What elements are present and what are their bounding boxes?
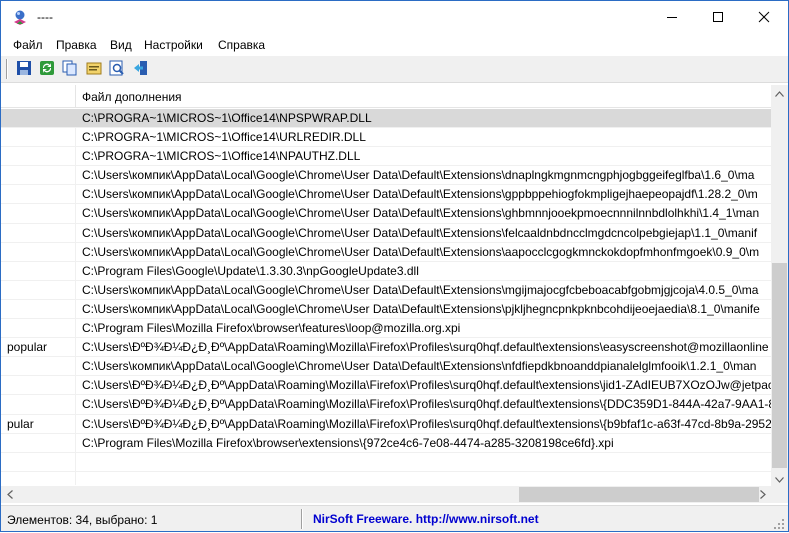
maximize-button[interactable] [695, 1, 741, 33]
menu-file[interactable]: Файл [13, 38, 43, 52]
menu-view[interactable]: Вид [110, 38, 132, 52]
scroll-right-icon[interactable] [754, 486, 771, 503]
menu-bar: Файл Правка Вид Настройки Справка [1, 34, 788, 56]
find-icon [109, 60, 125, 79]
app-logo-icon [11, 9, 29, 27]
toolbar [1, 56, 788, 83]
row-file-cell: C:\PROGRA~1\MICROS~1\Office14\URLREDIR.D… [82, 130, 366, 145]
row-file-cell: C:\Users\компик\AppData\Local\Google\Chr… [82, 187, 758, 202]
table-row[interactable]: C:\Users\компик\AppData\Local\Google\Chr… [1, 204, 771, 224]
table-row[interactable] [1, 453, 771, 472]
horizontal-scrollbar[interactable] [1, 486, 771, 503]
row-name-text: popular [7, 340, 48, 355]
table-row[interactable]: C:\Program Files\Mozilla Firefox\browser… [1, 319, 771, 339]
table-row[interactable]: C:\PROGRA~1\MICROS~1\Office14\URLREDIR.D… [1, 128, 771, 148]
table-row[interactable]: C:\Users\компик\AppData\Local\Google\Chr… [1, 185, 771, 205]
vertical-scrollbar[interactable] [771, 85, 788, 488]
exit-button[interactable] [131, 59, 151, 79]
row-file-cell: C:\Program Files\Google\Update\1.3.30.3\… [82, 263, 419, 278]
row-file-cell: C:\Users\компик\AppData\Local\Google\Chr… [82, 359, 757, 374]
table-row[interactable]: popular C:\Users\ÐºÐ¾Ð¼Ð¿Ð¸Ðº\AppData\Roa… [1, 338, 771, 358]
table-row[interactable]: C:\Program Files\Google\Update\1.3.30.3\… [1, 262, 771, 281]
table-row[interactable] [1, 472, 771, 485]
table-row[interactable]: C:\Users\ÐºÐ¾Ð¼Ð¿Ð¸Ðº\AppData\Roaming\Mo… [1, 376, 771, 396]
nirsoft-link[interactable]: NirSoft Freeware. http://www.nirsoft.net [313, 512, 539, 526]
window-title: ---- [37, 10, 53, 24]
row-file-cell: C:\Program Files\Mozilla Firefox\browser… [82, 435, 614, 450]
status-count: Элементов: 34, выбрано: 1 [7, 513, 158, 527]
list-header: Файл дополнения [1, 85, 771, 108]
row-file-cell: C:\Users\компик\AppData\Local\Google\Chr… [82, 225, 758, 240]
resize-grip-icon[interactable] [773, 518, 785, 530]
table-row[interactable]: C:\PROGRA~1\MICROS~1\Office14\NPSPWRAP.D… [1, 109, 771, 129]
properties-icon [86, 60, 102, 79]
table-row[interactable]: C:\Users\ÐºÐ¾Ð¼Ð¿Ð¸Ðº\AppData\Roaming\Mo… [1, 395, 771, 415]
exit-icon [133, 60, 149, 79]
row-file-cell: C:\Users\ÐºÐ¾Ð¼Ð¿Ð¸Ðº\AppData\Roaming\Mo… [82, 340, 769, 355]
copy-icon [62, 60, 78, 79]
table-row[interactable]: C:\Users\компик\AppData\Local\Google\Chr… [1, 300, 771, 320]
table-row[interactable]: C:\Users\компик\AppData\Local\Google\Chr… [1, 166, 771, 186]
minimize-button[interactable] [649, 1, 695, 33]
status-bar: Элементов: 34, выбрано: 1 NirSoft Freewa… [1, 505, 788, 531]
row-file-cell: C:\Users\компик\AppData\Local\Google\Chr… [82, 301, 760, 316]
menu-help[interactable]: Справка [218, 38, 265, 52]
row-name-cell: popular [7, 340, 75, 354]
row-name-cell: pular [7, 417, 75, 431]
table-row[interactable]: pular C:\Users\ÐºÐ¾Ð¼Ð¿Ð¸Ðº\AppData\Roami… [1, 415, 771, 434]
vertical-scroll-thumb[interactable] [772, 263, 787, 468]
table-row[interactable]: C:\Users\компик\AppData\Local\Google\Chr… [1, 281, 771, 300]
toolbar-separator [6, 59, 8, 79]
row-file-cell: C:\Users\компик\AppData\Local\Google\Chr… [82, 206, 760, 221]
row-file-cell: C:\Users\ÐºÐ¾Ð¼Ð¿Ð¸Ðº\AppData\Roaming\Mo… [82, 397, 771, 412]
row-file-cell: C:\Users\компик\AppData\Local\Google\Chr… [82, 244, 760, 259]
row-file-cell: C:\Users\компик\AppData\Local\Google\Chr… [82, 282, 759, 297]
copy-button[interactable] [60, 59, 80, 79]
find-button[interactable] [107, 59, 127, 79]
table-row[interactable]: C:\Users\компик\AppData\Local\Google\Chr… [1, 224, 771, 243]
row-file-cell: C:\Users\компик\AppData\Local\Google\Chr… [82, 168, 755, 183]
addons-list[interactable]: Файл дополнения C:\PROGRA~1\MICROS~1\Off… [1, 85, 788, 505]
refresh-button[interactable] [37, 59, 57, 79]
column-header-file[interactable]: Файл дополнения [82, 90, 182, 104]
list-rows: C:\PROGRA~1\MICROS~1\Office14\NPSPWRAP.D… [1, 109, 771, 485]
refresh-icon [39, 60, 55, 79]
scroll-up-icon[interactable] [771, 85, 788, 102]
scroll-left-icon[interactable] [1, 486, 18, 503]
horizontal-scroll-thumb[interactable] [519, 487, 759, 502]
table-row[interactable]: C:\PROGRA~1\MICROS~1\Office14\NPAUTHZ.DL… [1, 147, 771, 167]
column-divider[interactable] [75, 85, 76, 108]
table-row[interactable]: C:\Users\компик\AppData\Local\Google\Chr… [1, 357, 771, 377]
table-row[interactable]: C:\Program Files\Mozilla Firefox\browser… [1, 434, 771, 453]
row-file-cell: C:\PROGRA~1\MICROS~1\Office14\NPAUTHZ.DL… [82, 149, 361, 164]
scrollbar-corner [771, 486, 788, 503]
app-window: ---- Файл Правка Вид Настройки Справка Ф… [0, 0, 789, 532]
row-file-cell: C:\Program Files\Mozilla Firefox\browser… [82, 321, 461, 336]
properties-button[interactable] [84, 59, 104, 79]
row-file-cell: C:\PROGRA~1\MICROS~1\Office14\NPSPWRAP.D… [82, 111, 372, 125]
save-button[interactable] [14, 59, 34, 79]
save-icon [16, 60, 32, 79]
menu-edit[interactable]: Правка [56, 38, 97, 52]
row-file-cell: C:\Users\ÐºÐ¾Ð¼Ð¿Ð¸Ðº\AppData\Roaming\Mo… [82, 378, 771, 393]
row-name-text: pular [7, 416, 34, 431]
status-separator [301, 509, 303, 529]
row-file-cell: C:\Users\ÐºÐ¾Ð¼Ð¿Ð¸Ðº\AppData\Roaming\Mo… [82, 416, 771, 431]
close-button[interactable] [741, 1, 787, 33]
menu-settings[interactable]: Настройки [144, 38, 203, 52]
title-bar[interactable]: ---- [1, 1, 788, 34]
table-row[interactable]: C:\Users\компик\AppData\Local\Google\Chr… [1, 243, 771, 262]
